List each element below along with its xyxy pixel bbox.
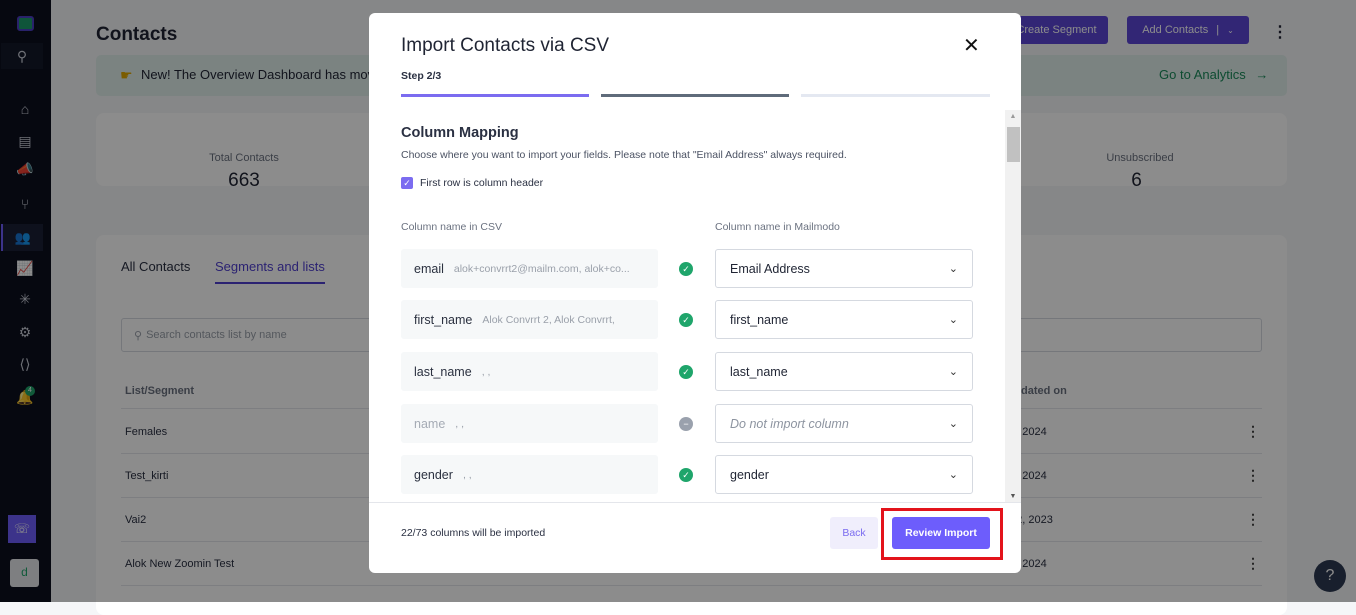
column-header-mailmodo: Column name in Mailmodo	[715, 221, 840, 233]
selected-value: last_name	[730, 364, 788, 379]
csv-column-last-name: last_name , ,	[401, 352, 658, 391]
step-indicator: Step 2/3	[401, 70, 442, 82]
progress-step-3	[801, 94, 990, 97]
checkbox-checked-icon[interactable]: ✓	[401, 177, 413, 189]
review-import-button[interactable]: Review Import	[892, 517, 990, 549]
mapping-scroll-area: Column Mapping Choose where you want to …	[369, 110, 1021, 502]
mapping-select-last-name[interactable]: last_name ⌄	[715, 352, 973, 391]
minus-circle-icon: −	[679, 417, 693, 431]
scrollbar[interactable]: ▲ ▼	[1005, 110, 1021, 502]
scroll-up-icon[interactable]: ▲	[1005, 113, 1021, 120]
csv-sample: , ,	[455, 417, 465, 430]
back-button[interactable]: Back	[830, 517, 878, 549]
csv-column-name: last_name	[414, 364, 472, 379]
column-header-csv: Column name in CSV	[401, 221, 502, 233]
check-circle-icon: ✓	[679, 313, 693, 327]
check-circle-icon: ✓	[679, 365, 693, 379]
csv-sample: , ,	[462, 468, 472, 481]
columns-imported-count: 22/73 columns will be imported	[401, 527, 546, 539]
checkbox-label: First row is column header	[420, 177, 544, 189]
chevron-down-icon: ⌄	[948, 263, 958, 275]
import-csv-modal: Import Contacts via CSV ✕ Step 2/3 Colum…	[369, 13, 1021, 573]
section-description: Choose where you want to import your fie…	[401, 149, 847, 161]
selected-value: Do not import column	[730, 416, 849, 431]
progress-step-1	[401, 94, 589, 97]
close-icon[interactable]: ✕	[963, 33, 980, 58]
selected-value: Email Address	[730, 261, 810, 276]
csv-sample: alok+convrrt2@mailm.com, alok+co...	[453, 262, 630, 275]
csv-column-name: first_name	[414, 312, 473, 327]
csv-column-gender: gender , ,	[401, 455, 658, 494]
csv-column-first-name: first_name Alok Convrrt 2, Alok Convrrt,	[401, 300, 658, 339]
scrollbar-thumb[interactable]	[1007, 127, 1020, 162]
chevron-down-icon: ⌄	[948, 418, 958, 430]
csv-column-email: email alok+convrrt2@mailm.com, alok+co...	[401, 249, 658, 288]
section-title: Column Mapping	[401, 125, 519, 141]
chevron-down-icon: ⌄	[948, 366, 958, 378]
csv-column-name: gender	[414, 467, 453, 482]
check-circle-icon: ✓	[679, 262, 693, 276]
footer-divider	[369, 502, 1021, 503]
chevron-down-icon: ⌄	[948, 314, 958, 326]
mapping-select-gender[interactable]: gender ⌄	[715, 455, 973, 494]
modal-title: Import Contacts via CSV	[401, 35, 610, 56]
progress-step-2	[601, 94, 789, 97]
chevron-down-icon: ⌄	[948, 469, 958, 481]
check-circle-icon: ✓	[679, 468, 693, 482]
mapping-select-email[interactable]: Email Address ⌄	[715, 249, 973, 288]
selected-value: first_name	[730, 312, 789, 327]
csv-sample: Alok Convrrt 2, Alok Convrrt,	[482, 313, 615, 326]
scroll-down-icon[interactable]: ▼	[1005, 493, 1021, 500]
mapping-select-name[interactable]: Do not import column ⌄	[715, 404, 973, 443]
first-row-header-checkbox[interactable]: ✓ First row is column header	[401, 177, 543, 189]
mapping-select-first-name[interactable]: first_name ⌄	[715, 300, 973, 339]
csv-sample: , ,	[481, 365, 491, 378]
selected-value: gender	[730, 467, 769, 482]
csv-column-name-field: name , ,	[401, 404, 658, 443]
csv-column-name: name	[414, 416, 446, 431]
csv-column-name: email	[414, 261, 444, 276]
